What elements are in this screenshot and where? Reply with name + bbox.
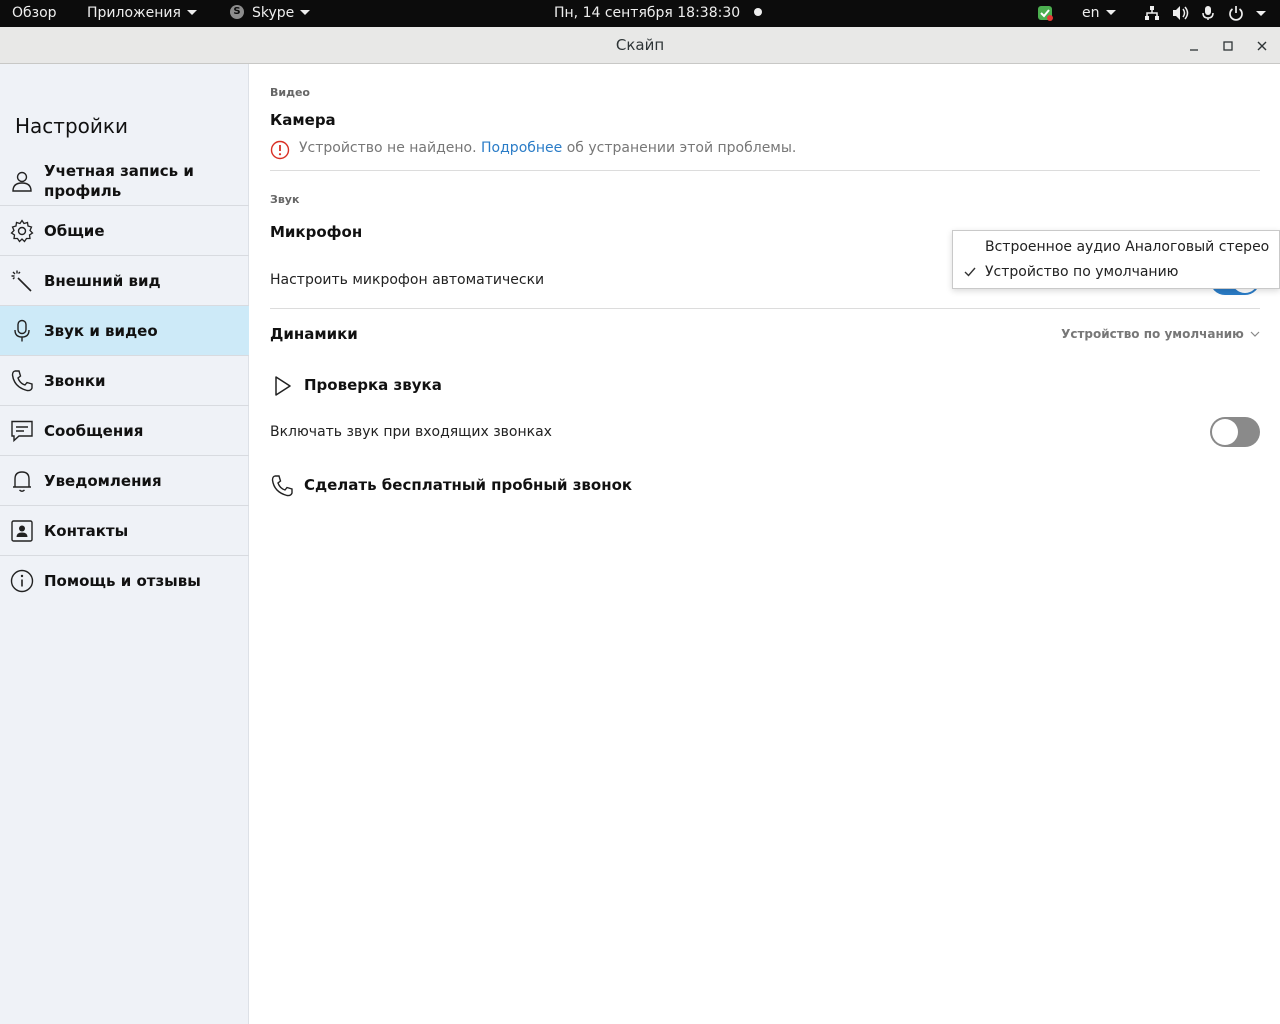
sound-test-button[interactable]: Проверка звука	[270, 374, 570, 398]
sidebar-item-help[interactable]: Помощь и отзывы	[0, 556, 249, 606]
clock[interactable]: Пн, 14 сентября 18:38:30	[554, 0, 763, 27]
skype-status-icon[interactable]	[1037, 5, 1053, 21]
volume-icon[interactable]	[1172, 5, 1190, 21]
notification-dot-icon	[754, 8, 763, 16]
chevron-down-icon	[300, 9, 311, 15]
sidebar-item-calls[interactable]: Звонки	[0, 356, 249, 406]
gear-icon	[10, 219, 34, 243]
window-title: Скайп	[615, 36, 665, 54]
window-title-bar[interactable]: Скайп	[0, 27, 1280, 64]
incoming-sound-toggle[interactable]	[1210, 417, 1260, 447]
test-call-label: Сделать бесплатный пробный звонок	[304, 476, 633, 494]
mic-option-label: Устройство по умолчанию	[985, 264, 1179, 280]
play-icon	[275, 376, 291, 396]
camera-warning-prefix: Устройство не найдено.	[299, 140, 477, 156]
app-menu-skype[interactable]: S Skype	[230, 0, 311, 27]
activities-button[interactable]: Обзор	[12, 0, 57, 27]
microphone-dropdown-menu: Встроенное аудио Аналоговый стерео Устро…	[952, 230, 1280, 289]
sidebar-item-label: Звук и видео	[44, 322, 158, 340]
sidebar-item-label: Контакты	[44, 522, 129, 540]
phone-icon	[271, 475, 293, 497]
speakers-dropdown[interactable]: Устройство по умолчанию	[1061, 327, 1260, 341]
mic-option[interactable]: Встроенное аудио Аналоговый стерео	[953, 235, 1279, 260]
sidebar-item-contacts[interactable]: Контакты	[0, 506, 249, 556]
chevron-down-icon	[1250, 331, 1260, 337]
minimize-icon[interactable]	[1184, 36, 1204, 56]
chevron-down-icon	[186, 9, 197, 15]
microphone-title: Микрофон	[270, 223, 363, 241]
speakers-value: Устройство по умолчанию	[1061, 327, 1244, 341]
sound-test-label: Проверка звука	[304, 376, 442, 394]
maximize-icon[interactable]	[1218, 36, 1238, 56]
app-menu-label: Skype	[252, 5, 295, 21]
sidebar-item-label: Учетная запись и профиль	[44, 162, 194, 200]
activities-label: Обзор	[12, 5, 57, 21]
incoming-sound-label: Включать звук при входящих звонках	[270, 424, 552, 440]
clock-label: Пн, 14 сентября 18:38:30	[554, 5, 741, 21]
speakers-title: Динамики	[270, 325, 358, 343]
sidebar-item-label: Сообщения	[44, 422, 144, 440]
audio-video-settings: Видео Камера Устройство не найдено. Подр…	[250, 64, 1280, 1024]
microphone-tray-icon[interactable]	[1201, 5, 1215, 21]
sidebar-item-label: Внешний вид	[44, 272, 161, 290]
skype-icon: S	[230, 4, 244, 19]
phone-icon	[11, 370, 33, 392]
contact-card-icon	[11, 520, 33, 542]
sidebar-item-label: Уведомления	[44, 472, 162, 490]
applications-label: Приложения	[87, 5, 181, 21]
divider	[270, 308, 1260, 309]
chat-icon	[11, 420, 33, 443]
network-icon[interactable]	[1144, 5, 1160, 21]
toggle-knob	[1212, 419, 1238, 445]
info-icon	[10, 569, 34, 593]
settings-title: Настройки	[15, 114, 128, 138]
sidebar-item-account[interactable]: Учетная запись и профиль	[0, 156, 249, 206]
test-call-button[interactable]: Сделать бесплатный пробный звонок	[270, 474, 670, 498]
divider	[270, 170, 1260, 171]
camera-title: Камера	[270, 111, 336, 129]
applications-menu[interactable]: Приложения	[87, 0, 197, 27]
audio-section-header: Звук	[270, 193, 300, 206]
bell-icon	[13, 471, 31, 492]
error-icon	[270, 140, 290, 160]
mic-option-label: Встроенное аудио Аналоговый стерео	[985, 239, 1270, 255]
auto-mic-label: Настроить микрофон автоматически	[270, 272, 545, 288]
sidebar-item-label: Звонки	[44, 372, 106, 390]
person-icon	[12, 171, 32, 192]
close-icon[interactable]	[1252, 36, 1272, 56]
language-label: en	[1082, 5, 1100, 21]
sidebar-item-messages[interactable]: Сообщения	[0, 406, 249, 456]
camera-warning-suffix: об устранении этой проблемы.	[566, 140, 797, 156]
sidebar-item-label: Помощь и отзывы	[44, 572, 201, 590]
sidebar-item-notifications[interactable]: Уведомления	[0, 456, 249, 506]
mic-option-selected[interactable]: Устройство по умолчанию	[953, 260, 1279, 285]
learn-more-link[interactable]: Подробнее	[481, 140, 562, 156]
chevron-down-icon	[1105, 9, 1116, 15]
system-menu-chevron-icon[interactable]	[1256, 11, 1266, 16]
sidebar-item-general[interactable]: Общие	[0, 206, 249, 256]
power-icon[interactable]	[1228, 5, 1244, 21]
magic-wand-icon	[11, 270, 32, 292]
system-top-bar: Обзор Приложения S Skype Пн, 14 сентября …	[0, 0, 1280, 27]
sidebar-item-appearance[interactable]: Внешний вид	[0, 256, 249, 306]
camera-warning: Устройство не найдено. Подробнее об устр…	[270, 140, 797, 160]
sidebar-item-audio-video[interactable]: Звук и видео	[0, 306, 249, 356]
sidebar-item-label: Общие	[44, 222, 105, 240]
checkmark-icon	[964, 267, 976, 277]
language-indicator[interactable]: en	[1082, 0, 1116, 27]
settings-sidebar: Настройки Учетная запись и профиль Общие…	[0, 64, 249, 1024]
microphone-icon	[14, 319, 30, 342]
video-section-header: Видео	[270, 86, 310, 99]
